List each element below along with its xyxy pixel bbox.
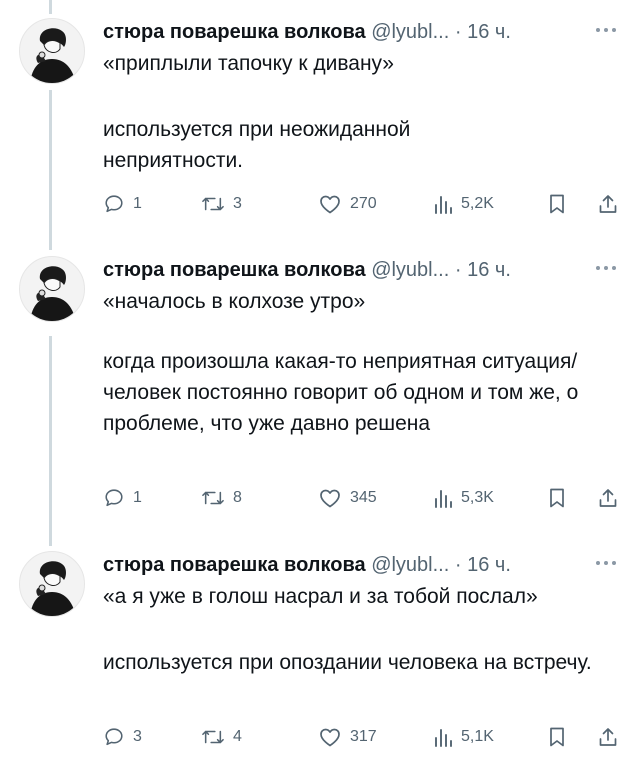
- tweet[interactable]: стюра поварешка волкова @lyubl... · 16 ч…: [0, 551, 640, 761]
- tweet-actions: 1 3 270 5,2K: [103, 190, 640, 218]
- heart-icon: [320, 195, 340, 214]
- more-dots-icon[interactable]: [596, 266, 618, 272]
- avatar-illustration: [30, 28, 76, 83]
- bar-chart-icon: [435, 196, 452, 214]
- bar-chart-icon: [435, 729, 452, 747]
- tweet-actions: 1 8 345 5,3K: [103, 484, 640, 512]
- views-button[interactable]: 5,2K: [433, 190, 494, 218]
- thread-connector-top: [49, 0, 52, 14]
- bookmark-icon: [550, 194, 564, 214]
- tweet-explanation: используется при опоздании человека на в…: [103, 651, 592, 674]
- reply-button[interactable]: 1: [103, 484, 142, 512]
- avatar[interactable]: [19, 256, 85, 322]
- repost-button[interactable]: 4: [201, 723, 242, 751]
- tweet-header: стюра поварешка волкова @lyubl... · 16 ч…: [103, 18, 620, 46]
- avatar[interactable]: [19, 18, 85, 84]
- author-handle[interactable]: @lyubl...: [371, 21, 449, 43]
- bookmark-button[interactable]: [547, 484, 567, 512]
- repost-arrows-icon: [202, 197, 224, 211]
- author-handle[interactable]: @lyubl...: [371, 554, 449, 576]
- repost-count: 4: [233, 728, 242, 745]
- like-button[interactable]: 270: [318, 190, 377, 218]
- reply-count: 1: [133, 489, 142, 506]
- separator: ·: [454, 259, 462, 281]
- like-count: 345: [350, 489, 377, 506]
- repost-arrows-icon: [202, 491, 224, 505]
- separator: ·: [454, 554, 462, 576]
- reply-button[interactable]: 1: [103, 190, 142, 218]
- tweet-explanation: используется при неожиданной неприятност…: [103, 118, 411, 172]
- like-count: 317: [350, 728, 377, 745]
- bookmark-icon: [550, 727, 564, 747]
- tweet[interactable]: стюра поварешка волкова @lyubl... · 16 ч…: [0, 256, 640, 526]
- author-name[interactable]: стюра поварешка волкова: [103, 554, 366, 576]
- view-count: 5,1K: [461, 728, 494, 745]
- view-count: 5,3K: [461, 489, 494, 506]
- timestamp[interactable]: 16 ч.: [467, 554, 511, 576]
- tweet-explanation: когда произошла какая-то неприятная ситу…: [103, 350, 579, 435]
- speech-bubble-icon: [105, 728, 123, 746]
- views-button[interactable]: 5,3K: [433, 484, 494, 512]
- share-button[interactable]: [597, 723, 619, 751]
- tweet-header: стюра поварешка волкова @lyubl... · 16 ч…: [103, 256, 620, 284]
- reply-button[interactable]: 3: [103, 723, 142, 751]
- tweet-actions: 3 4 317 5,1K: [103, 723, 640, 751]
- like-button[interactable]: 317: [318, 723, 377, 751]
- timestamp[interactable]: 16 ч.: [467, 259, 511, 281]
- share-button[interactable]: [597, 484, 619, 512]
- like-count: 270: [350, 195, 377, 212]
- bookmark-button[interactable]: [547, 723, 567, 751]
- heart-icon: [320, 489, 340, 508]
- author-name[interactable]: стюра поварешка волкова: [103, 21, 366, 43]
- bookmark-button[interactable]: [547, 190, 567, 218]
- tweet[interactable]: стюра поварешка волкова @lyubl... · 16 ч…: [0, 18, 640, 230]
- tweet-quote: «а я уже в голош насрал и за тобой посла…: [103, 585, 538, 608]
- repost-count: 8: [233, 489, 242, 506]
- bookmark-icon: [550, 488, 564, 508]
- author-handle[interactable]: @lyubl...: [371, 259, 449, 281]
- speech-bubble-icon: [105, 489, 123, 507]
- more-dots-icon[interactable]: [596, 561, 618, 567]
- view-count: 5,2K: [461, 195, 494, 212]
- share-button[interactable]: [597, 190, 619, 218]
- like-button[interactable]: 345: [318, 484, 377, 512]
- more-dots-icon[interactable]: [596, 28, 618, 34]
- avatar-illustration: [30, 561, 76, 616]
- share-icon: [599, 195, 617, 213]
- reply-count: 3: [133, 728, 142, 745]
- repost-count: 3: [233, 195, 242, 212]
- repost-button[interactable]: 3: [201, 190, 242, 218]
- speech-bubble-icon: [105, 195, 123, 213]
- views-button[interactable]: 5,1K: [433, 723, 494, 751]
- heart-icon: [320, 728, 340, 747]
- tweet-header: стюра поварешка волкова @lyubl... · 16 ч…: [103, 551, 620, 579]
- bar-chart-icon: [435, 490, 452, 508]
- share-icon: [599, 489, 617, 507]
- timestamp[interactable]: 16 ч.: [467, 21, 511, 43]
- separator: ·: [454, 21, 462, 43]
- tweet-quote: «приплыли тапочку к дивану»: [103, 52, 394, 75]
- avatar[interactable]: [19, 551, 85, 617]
- repost-arrows-icon: [202, 730, 224, 744]
- avatar-illustration: [30, 266, 76, 321]
- reply-count: 1: [133, 195, 142, 212]
- repost-button[interactable]: 8: [201, 484, 242, 512]
- share-icon: [599, 728, 617, 746]
- author-name[interactable]: стюра поварешка волкова: [103, 259, 366, 281]
- tweet-quote: «началось в колхозе утро»: [103, 290, 366, 313]
